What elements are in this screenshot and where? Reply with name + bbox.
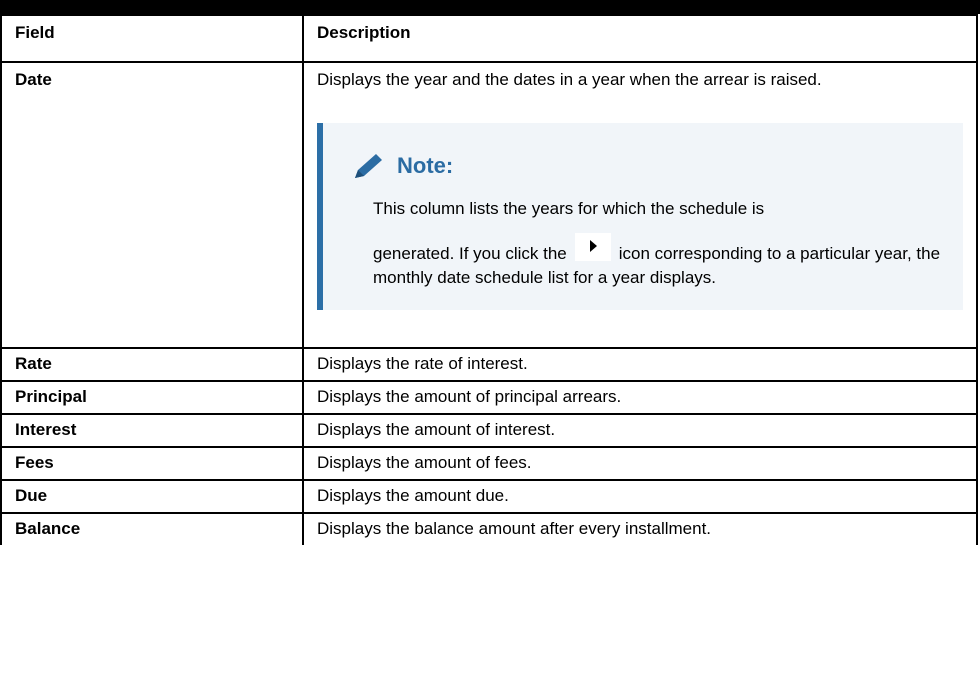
table-row: Balance Displays the balance amount afte… [0,512,978,545]
description-cell: Displays the year and the dates in a yea… [302,61,978,349]
play-triangle-icon [574,233,611,261]
note-title: Note: [397,153,454,178]
note-line-2: generated. If you click the icon correspo… [373,233,943,290]
field-description-table: Field Description Date Displays the year… [0,14,978,545]
description-cell: Displays the balance amount after every … [302,512,978,545]
note-box: Note: This column lists the years for wh… [317,123,963,310]
table-row: Date Displays the year and the dates in … [0,61,978,349]
field-cell: Interest [0,413,304,448]
header-description: Description [302,14,978,63]
table-row: Interest Displays the amount of interest… [0,413,978,448]
table-header-row: Field Description [0,14,978,63]
note-text-before-icon: generated. If you click the [373,244,567,263]
top-bar [0,0,980,14]
field-cell: Rate [0,347,304,382]
note-body: This column lists the years for which th… [349,197,943,290]
description-cell: Displays the amount of fees. [302,446,978,481]
description-cell: Displays the amount of interest. [302,413,978,448]
field-cell: Balance [0,512,304,545]
pencil-icon [355,154,382,178]
description-text: Displays the year and the dates in a yea… [317,70,822,89]
field-cell: Principal [0,380,304,415]
field-cell: Fees [0,446,304,481]
field-cell: Due [0,479,304,514]
table-row: Fees Displays the amount of fees. [0,446,978,481]
table-row: Principal Displays the amount of princip… [0,380,978,415]
table-row: Rate Displays the rate of interest. [0,347,978,382]
description-cell: Displays the rate of interest. [302,347,978,382]
note-header: Note: [349,151,943,181]
description-cell: Displays the amount due. [302,479,978,514]
description-cell: Displays the amount of principal arrears… [302,380,978,415]
note-line-1: This column lists the years for which th… [373,199,765,218]
field-cell: Date [0,61,304,349]
header-field: Field [0,14,304,63]
table-row: Due Displays the amount due. [0,479,978,514]
